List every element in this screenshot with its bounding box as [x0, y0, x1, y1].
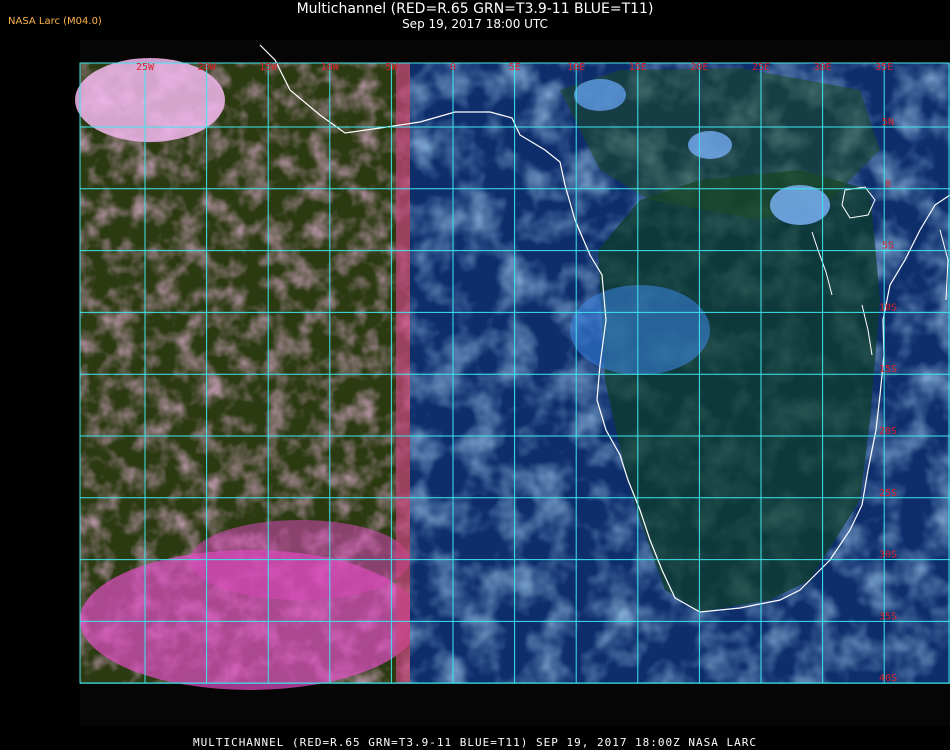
latitude-label: 35S: [879, 611, 897, 622]
latitude-label: 15S: [879, 364, 897, 375]
longitude-label: 10W: [321, 62, 340, 73]
longitude-label: 25W: [136, 62, 155, 73]
latitude-label: 5S: [882, 241, 894, 252]
latitude-label: 0: [885, 179, 891, 190]
latitude-label: 5N: [882, 117, 894, 128]
longitude-label: 20W: [198, 62, 217, 73]
latitude-label: 10S: [879, 302, 897, 313]
latitude-label: 25S: [879, 488, 897, 499]
latitude-label: 40S: [879, 673, 897, 684]
longitude-label: 20E: [690, 62, 708, 73]
longitude-label: 30E: [814, 62, 832, 73]
satellite-map[interactable]: 25W 20W 15W 10W 5W 0 5E 10E 15E 20E 25E 30E 35E 5N 0 5…: [0, 0, 950, 750]
longitude-label: 15E: [629, 62, 647, 73]
longitude-label: 10E: [567, 62, 585, 73]
longitude-label: 25E: [752, 62, 770, 73]
latitude-label: 30S: [879, 550, 897, 561]
longitude-label: 15W: [259, 62, 278, 73]
latitude-label: 20S: [879, 426, 897, 437]
longitude-label: 35E: [875, 62, 893, 73]
footer-caption: MULTICHANNEL (RED=R.65 GRN=T3.9-11 BLUE=…: [192, 736, 758, 749]
longitude-label: 5E: [509, 62, 521, 73]
longitude-label: 5W: [385, 62, 398, 73]
longitude-label: 0: [450, 62, 456, 73]
